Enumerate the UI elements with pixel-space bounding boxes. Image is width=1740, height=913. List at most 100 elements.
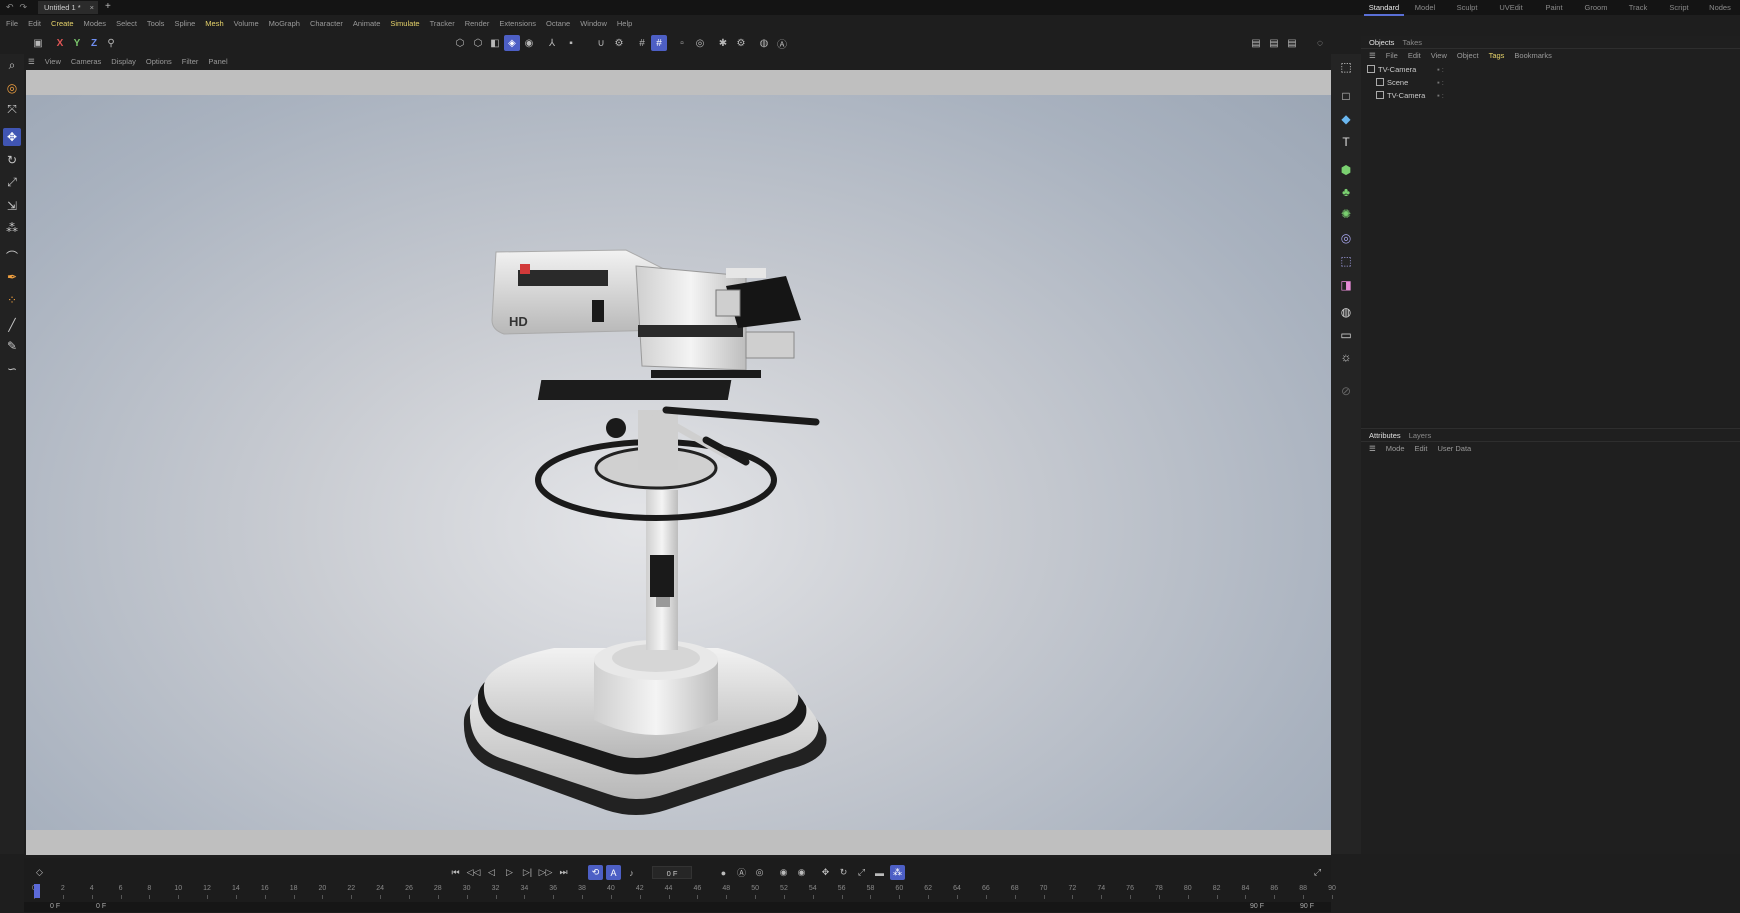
scene-camera-icon[interactable]: ▭: [1337, 326, 1355, 344]
go-to-start-icon[interactable]: ⏮: [448, 865, 463, 880]
pen-icon[interactable]: ✒: [3, 268, 21, 286]
record-position-icon[interactable]: ◉: [776, 865, 791, 880]
tab-takes[interactable]: Takes: [1402, 36, 1422, 49]
loop-icon[interactable]: ⟲: [588, 865, 603, 880]
attributes-hamburger-icon[interactable]: ☰: [1369, 442, 1376, 456]
volume-icon[interactable]: ◨: [1337, 276, 1355, 294]
attributes-menu-mode[interactable]: Mode: [1386, 442, 1405, 456]
layout-tab-sculpt[interactable]: Sculpt: [1446, 0, 1488, 15]
rotate-icon[interactable]: ↻: [3, 151, 21, 169]
timeline-expand-icon[interactable]: ⤢: [1310, 865, 1325, 880]
list-item[interactable]: TV-Camera ▪ :: [1361, 63, 1740, 76]
objects-menu-file[interactable]: File: [1386, 49, 1398, 63]
knife-icon[interactable]: ⌒: [3, 247, 21, 265]
inactive-tool-icon[interactable]: ⊘: [1337, 382, 1355, 400]
menu-file[interactable]: File: [6, 17, 18, 31]
layout-tab-script[interactable]: Script: [1658, 0, 1700, 15]
viewport-menu-display[interactable]: Display: [111, 55, 136, 69]
axis-x-toggle[interactable]: X: [52, 35, 68, 51]
texture-mode-icon[interactable]: ◉: [521, 35, 537, 51]
points-mode-icon[interactable]: ⬡: [452, 35, 468, 51]
frame-ruler[interactable]: 0246810121416182022242628303234363840424…: [32, 885, 1336, 899]
keyframe-selection-icon[interactable]: ◎: [752, 865, 767, 880]
field-icon[interactable]: ⬚: [1337, 252, 1355, 270]
edges-mode-icon[interactable]: ⬡: [470, 35, 486, 51]
objects-menu-bookmarks[interactable]: Bookmarks: [1514, 49, 1552, 63]
archive-icon[interactable]: ▣: [30, 35, 46, 51]
layout-tab-model[interactable]: Model: [1404, 0, 1446, 15]
spline-icon[interactable]: ⁘: [3, 291, 21, 309]
autokey-mode-icon[interactable]: A: [606, 865, 621, 880]
menu-create[interactable]: Create: [51, 17, 74, 31]
objects-menu-object[interactable]: Object: [1457, 49, 1479, 63]
go-to-end-icon[interactable]: ⏭: [556, 865, 571, 880]
current-frame-field[interactable]: 0 F: [652, 866, 692, 879]
points-tool-icon[interactable]: ⁂: [3, 219, 21, 237]
tv-camera-model[interactable]: HD: [26, 70, 1331, 855]
move-icon[interactable]: ✥: [3, 128, 21, 146]
document-tab[interactable]: Untitled 1 * ×: [38, 1, 98, 14]
tab-objects[interactable]: Objects: [1369, 36, 1394, 49]
menu-character[interactable]: Character: [310, 17, 343, 31]
objects-menu-edit[interactable]: Edit: [1408, 49, 1421, 63]
workplane-icon[interactable]: ▫: [674, 35, 690, 51]
sketch-icon[interactable]: ∽: [3, 360, 21, 378]
close-tab-icon[interactable]: ×: [90, 1, 94, 14]
menu-spline[interactable]: Spline: [174, 17, 195, 31]
camera-icon[interactable]: ⬚: [1337, 58, 1355, 76]
snap-settings-icon[interactable]: ⚙: [611, 35, 627, 51]
cube-icon[interactable]: ◆: [1337, 110, 1355, 128]
light-icon[interactable]: ☼: [1337, 348, 1355, 366]
next-frame-icon[interactable]: ▷|: [520, 865, 535, 880]
undo-redo-icons[interactable]: ↶↷: [6, 1, 33, 13]
polygons-mode-icon[interactable]: ◧: [487, 35, 503, 51]
param-key-icon[interactable]: ▬: [872, 865, 887, 880]
axis-y-toggle[interactable]: Y: [69, 35, 85, 51]
menu-mograph[interactable]: MoGraph: [269, 17, 300, 31]
previous-key-icon[interactable]: ◁◁: [466, 865, 481, 880]
grid-icon[interactable]: #: [634, 35, 650, 51]
menu-extensions[interactable]: Extensions: [499, 17, 536, 31]
tab-attributes[interactable]: Attributes: [1369, 429, 1401, 442]
effector-icon[interactable]: ✺: [1337, 205, 1355, 223]
tab-layers[interactable]: Layers: [1409, 429, 1432, 442]
viewport-menu-panel[interactable]: Panel: [208, 55, 227, 69]
objects-menu-view[interactable]: View: [1431, 49, 1447, 63]
menu-edit[interactable]: Edit: [28, 17, 41, 31]
next-key-icon[interactable]: ▷▷: [538, 865, 553, 880]
list-item[interactable]: TV-Camera ▪ :: [1361, 89, 1740, 102]
menu-tools[interactable]: Tools: [147, 17, 165, 31]
move-key-icon[interactable]: ✥: [818, 865, 833, 880]
viewport-menu-options[interactable]: Options: [146, 55, 172, 69]
scale-icon[interactable]: ⤢: [3, 173, 21, 191]
menu-render[interactable]: Render: [465, 17, 490, 31]
objects-hamburger-icon[interactable]: ☰: [1369, 49, 1376, 63]
menu-window[interactable]: Window: [580, 17, 607, 31]
menu-volume[interactable]: Volume: [234, 17, 259, 31]
play-icon[interactable]: ▷: [502, 865, 517, 880]
previous-frame-icon[interactable]: ◁: [484, 865, 499, 880]
menu-help[interactable]: Help: [617, 17, 632, 31]
playhead[interactable]: [34, 884, 40, 898]
film-render-icon[interactable]: ▤: [1266, 35, 1282, 51]
layout-tab-paint[interactable]: Paint: [1534, 0, 1574, 15]
layout-tab-track[interactable]: Track: [1618, 0, 1658, 15]
film-icon[interactable]: ▤: [1248, 35, 1264, 51]
render-view-icon[interactable]: ◎: [692, 35, 708, 51]
deformer-icon[interactable]: ◎: [1337, 229, 1355, 247]
cloner-icon[interactable]: ♣: [1337, 183, 1355, 201]
menu-modes[interactable]: Modes: [84, 17, 107, 31]
octane-settings-icon[interactable]: Ⓐ: [774, 35, 790, 51]
brush-icon[interactable]: ╱: [3, 316, 21, 334]
grid-snap-icon[interactable]: #: [651, 35, 667, 51]
visibility-flags-icon[interactable]: ▪ :: [1437, 63, 1444, 76]
menu-mesh[interactable]: Mesh: [205, 17, 223, 31]
visibility-flags-icon[interactable]: ▪ :: [1437, 76, 1444, 89]
scale-key-icon[interactable]: ⤢: [854, 865, 869, 880]
film-settings-icon[interactable]: ▤: [1284, 35, 1300, 51]
preview-range[interactable]: 0 F 0 F 90 F 90 F: [24, 902, 1331, 912]
rotate-key-icon[interactable]: ↻: [836, 865, 851, 880]
search-icon[interactable]: ⌕: [3, 56, 21, 74]
viewport-menu-cameras[interactable]: Cameras: [71, 55, 101, 69]
axis-z-toggle[interactable]: Z: [86, 35, 102, 51]
